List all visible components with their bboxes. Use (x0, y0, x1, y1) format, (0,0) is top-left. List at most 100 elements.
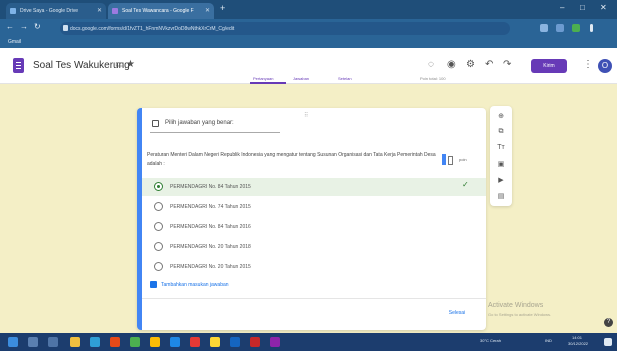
chrome-icon[interactable] (150, 337, 160, 347)
option-row[interactable]: PERMENDAGRI No. 84 Tahun 2015 ✓ (142, 178, 486, 196)
option-label: PERMENDAGRI No. 74 Tahun 2015 (170, 204, 251, 210)
drive-favicon-icon (10, 8, 16, 14)
app-icon[interactable] (250, 337, 260, 347)
palette-icon[interactable]: ◌ (428, 59, 434, 70)
tab-label: Soal Tes Wawancara - Google F (122, 8, 194, 14)
app-icon[interactable] (130, 337, 140, 347)
maximize-button[interactable]: □ (580, 3, 585, 12)
clock-time[interactable]: 14:01 (572, 335, 582, 340)
drag-handle-icon[interactable]: ⠿ (304, 112, 309, 119)
app-icon[interactable] (210, 337, 220, 347)
radio-button[interactable] (154, 202, 163, 211)
avatar[interactable]: O (598, 59, 612, 73)
question-text: Peraturan Menteri Dalam Negeri Republik … (147, 152, 436, 167)
redo-icon[interactable]: ↷ (503, 59, 511, 70)
profile-icon[interactable] (572, 24, 580, 32)
total-points: Poin total: 100 (420, 76, 446, 81)
app-icon[interactable] (190, 337, 200, 347)
close-tab-icon[interactable]: ✕ (205, 7, 210, 14)
answer-key-icon (442, 154, 456, 165)
feedback-label: Tambahkan masukan jawaban (161, 281, 229, 288)
close-tab-icon[interactable]: ✕ (97, 7, 102, 14)
app-icon[interactable] (110, 337, 120, 347)
add-question-icon[interactable]: ⊕ (490, 112, 512, 120)
done-button[interactable]: Selesai (438, 306, 476, 320)
send-button[interactable]: Kirim (531, 59, 567, 73)
task-view-icon[interactable] (48, 337, 58, 347)
help-icon[interactable]: ? (604, 318, 613, 327)
question-card[interactable]: ⠿ Pilih jawaban yang benar: Peraturan Me… (137, 108, 486, 330)
edge-icon[interactable] (90, 337, 100, 347)
option-label: PERMENDAGRI No. 84 Tahun 2015 (170, 184, 251, 190)
menu-icon[interactable] (590, 24, 593, 32)
add-section-icon[interactable]: ▤ (490, 192, 512, 200)
radio-button[interactable] (154, 222, 163, 231)
start-icon[interactable] (8, 337, 18, 347)
search-icon[interactable] (28, 337, 38, 347)
forms-logo-icon (13, 58, 24, 73)
divider (142, 298, 486, 299)
back-icon[interactable]: ← (6, 22, 14, 31)
side-toolbar: ⊕ ⧉ Tт ▣ ▶ ▤ (490, 106, 512, 206)
extension-icon[interactable] (556, 24, 564, 32)
activate-windows-watermark: Activate Windows Go to Settings to activ… (488, 301, 551, 319)
url-input[interactable]: docs.google.com/forms/d/1fvZT1_hFnmNVkzv… (60, 22, 510, 35)
option-label: PERMENDAGRI No. 20 Tahun 2015 (170, 264, 251, 270)
undo-icon[interactable]: ↶ (485, 59, 493, 70)
new-tab-button[interactable]: + (220, 3, 225, 13)
lock-icon (63, 25, 68, 31)
folder-icon[interactable]: ▭ (115, 59, 124, 70)
preview-icon[interactable]: ◉ (447, 59, 456, 70)
minimize-button[interactable]: – (560, 3, 564, 12)
add-image-icon[interactable]: ▣ (490, 160, 512, 168)
option-row[interactable]: PERMENDAGRI No. 20 Tahun 2015 (142, 258, 486, 276)
app-icon[interactable] (170, 337, 180, 347)
option-row[interactable]: PERMENDAGRI No. 74 Tahun 2015 (142, 198, 486, 216)
weather-status[interactable]: 30°C Cerah (480, 338, 501, 343)
feedback-icon (150, 281, 157, 288)
watermark-title: Activate Windows (488, 302, 544, 309)
language-indicator[interactable]: IND (545, 338, 552, 343)
browser-tab-forms[interactable]: Soal Tes Wawancara - Google F ✕ (108, 3, 214, 19)
windows-taskbar: 30°C Cerah IND 14:01 30/12/2022 (0, 333, 617, 351)
url-text: docs.google.com/forms/d/1fvZT1_hFnmNVkzv… (70, 26, 235, 32)
app-icon[interactable] (270, 337, 280, 347)
settings-icon[interactable]: ⚙ (466, 59, 475, 70)
option-row[interactable]: PERMENDAGRI No. 84 Tahun 2016 (142, 218, 486, 236)
browser-tab-strip: Drive Saya - Google Drive ✕ Soal Tes Waw… (0, 0, 617, 19)
forward-icon[interactable]: → (20, 22, 28, 31)
radio-button[interactable] (154, 262, 163, 271)
notification-icon[interactable] (604, 338, 612, 346)
option-row[interactable]: PERMENDAGRI No. 20 Tahun 2018 (142, 238, 486, 256)
bookmark-gmail[interactable]: Gmail (8, 39, 21, 45)
points-label[interactable]: poin (459, 157, 467, 162)
add-title-icon[interactable]: Tт (490, 144, 512, 151)
tab-settings[interactable]: Setelan (338, 76, 352, 81)
close-window-button[interactable]: ✕ (600, 3, 607, 12)
check-icon: ✓ (462, 180, 469, 189)
more-options-icon[interactable]: ⋮ (583, 59, 593, 70)
clock-date[interactable]: 30/12/2022 (568, 341, 588, 346)
radio-button[interactable] (154, 242, 163, 251)
address-bar-row: ← → ↻ docs.google.com/forms/d/1fvZT1_hFn… (0, 19, 617, 38)
file-explorer-icon[interactable] (70, 337, 80, 347)
extension-icon[interactable] (540, 24, 548, 32)
tab-questions[interactable]: Pertanyaan (253, 76, 273, 81)
import-questions-icon[interactable]: ⧉ (490, 128, 512, 136)
answer-key-prompt: Pilih jawaban yang benar: (150, 117, 280, 133)
add-feedback-link[interactable]: Tambahkan masukan jawaban (150, 281, 229, 288)
word-icon[interactable] (230, 337, 240, 347)
forms-header: Soal Tes Wakukerung ▭ ★ ◌ ◉ ⚙ ↶ ↷ Kirim … (0, 48, 617, 84)
add-video-icon[interactable]: ▶ (490, 176, 512, 184)
radio-button[interactable] (154, 182, 163, 191)
bookmarks-bar: Gmail (0, 38, 617, 48)
checklist-icon (152, 120, 159, 127)
option-label: PERMENDAGRI No. 84 Tahun 2016 (170, 224, 251, 230)
watermark-subtitle: Go to Settings to activate Windows. (488, 312, 552, 317)
star-icon[interactable]: ★ (126, 59, 135, 70)
browser-tab-drive[interactable]: Drive Saya - Google Drive ✕ (6, 3, 106, 19)
tab-label: Drive Saya - Google Drive (20, 8, 79, 14)
option-label: PERMENDAGRI No. 20 Tahun 2018 (170, 244, 251, 250)
tab-responses[interactable]: Jawaban (293, 76, 309, 81)
reload-icon[interactable]: ↻ (34, 22, 41, 31)
